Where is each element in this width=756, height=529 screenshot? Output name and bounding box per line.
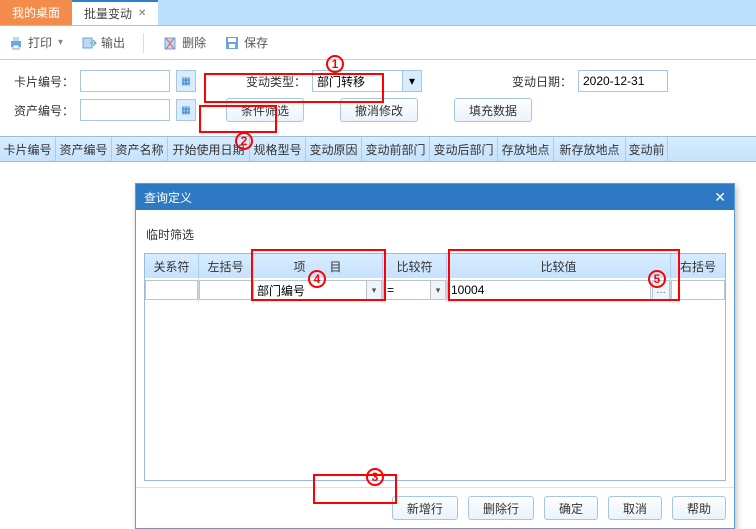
button-label: 确定: [559, 500, 583, 517]
cancel-button[interactable]: 取消: [608, 496, 662, 520]
condition-grid: 关系符 左括号 项 目 比较符 比较值 右括号 ▾ ▾ …: [144, 253, 726, 481]
card-no-input[interactable]: [80, 70, 170, 92]
grid-col[interactable]: 资产编号: [56, 137, 112, 161]
ellipsis-icon[interactable]: …: [652, 280, 670, 300]
asset-no-input[interactable]: [80, 99, 170, 121]
tab-my-desktop[interactable]: 我的桌面: [0, 0, 72, 25]
toolbar: 打印 ▾ 输出 删除 保存: [0, 26, 756, 60]
grid-col[interactable]: 变动原因: [306, 137, 362, 161]
grid-col[interactable]: 新存放地点: [554, 137, 626, 161]
printer-icon: [8, 35, 24, 51]
toolbar-label: 保存: [244, 34, 268, 51]
toolbar-label: 输出: [101, 34, 125, 51]
grid-col[interactable]: 变动后部门: [430, 137, 498, 161]
chevron-down-icon[interactable]: ▾: [402, 70, 422, 92]
button-label: 条件筛选: [241, 102, 289, 119]
tab-label: 我的桌面: [12, 4, 60, 21]
value-input[interactable]: [447, 280, 651, 300]
chevron-down-icon[interactable]: ▾: [366, 280, 382, 300]
col-item[interactable]: 项 目: [253, 254, 383, 278]
change-date-value[interactable]: [578, 70, 668, 92]
rparen-input[interactable]: [671, 280, 725, 300]
compare-input[interactable]: [383, 280, 430, 300]
cell-relation[interactable]: [145, 278, 199, 302]
relation-input[interactable]: [145, 280, 198, 300]
col-rparen[interactable]: 右括号: [671, 254, 725, 278]
card-no-picker[interactable]: ▦: [176, 70, 196, 92]
delrow-button[interactable]: 删除行: [468, 496, 534, 520]
ok-button[interactable]: 确定: [544, 496, 598, 520]
dialog-title: 查询定义: [144, 189, 192, 206]
newrow-button[interactable]: 新增行: [392, 496, 458, 520]
col-relation[interactable]: 关系符: [145, 254, 199, 278]
grid-header: 卡片编号 资产编号 资产名称 开始使用日期 规格型号 变动原因 变动前部门 变动…: [0, 136, 756, 162]
export-button[interactable]: 输出: [81, 34, 125, 51]
close-icon[interactable]: ✕: [138, 8, 146, 19]
col-lparen[interactable]: 左括号: [199, 254, 253, 278]
cell-compare[interactable]: ▾: [383, 278, 447, 302]
condition-grid-header: 关系符 左括号 项 目 比较符 比较值 右括号: [145, 254, 725, 278]
undo-button[interactable]: 撤消修改: [340, 98, 418, 122]
dialog-titlebar[interactable]: 查询定义 ✕: [136, 184, 734, 210]
grid-col[interactable]: 规格型号: [250, 137, 306, 161]
button-label: 取消: [623, 500, 647, 517]
button-label: 填充数据: [469, 102, 517, 119]
cell-value[interactable]: …: [447, 278, 671, 302]
grid-col[interactable]: 资产名称: [112, 137, 168, 161]
asset-no-picker[interactable]: ▦: [176, 99, 196, 121]
lparen-input[interactable]: [199, 280, 252, 300]
grid-col[interactable]: 变动前部门: [362, 137, 430, 161]
grid-col[interactable]: 变动前: [626, 137, 668, 161]
change-type-combo[interactable]: ▾: [312, 70, 422, 92]
print-button[interactable]: 打印 ▾: [8, 34, 63, 51]
cell-rparen[interactable]: [671, 278, 725, 302]
close-icon[interactable]: ✕: [714, 189, 726, 206]
chevron-down-icon[interactable]: ▾: [430, 280, 446, 300]
col-compare[interactable]: 比较符: [383, 254, 447, 278]
button-label: 删除行: [483, 500, 519, 517]
toolbar-label: 删除: [182, 34, 206, 51]
grid-body: [0, 162, 756, 178]
picker-icon: ▦: [181, 76, 190, 87]
tab-label: 批量变动: [84, 5, 132, 22]
change-type-value[interactable]: [312, 70, 402, 92]
asset-no-label: 资产编号：: [14, 102, 74, 119]
condition-row: ▾ ▾ …: [145, 278, 725, 302]
cell-item[interactable]: ▾: [253, 278, 383, 302]
change-date-label: 变动日期：: [482, 73, 572, 90]
tab-batch-change[interactable]: 批量变动 ✕: [72, 0, 158, 25]
save-icon: [224, 35, 240, 51]
export-icon: [81, 35, 97, 51]
help-button[interactable]: 帮助: [672, 496, 726, 520]
dialog-footer: 新增行 删除行 确定 取消 帮助: [136, 487, 734, 528]
query-dialog: 查询定义 ✕ 临时筛选 关系符 左括号 项 目 比较符 比较值 右括号 ▾ ▾: [135, 183, 735, 529]
delete-button[interactable]: 删除: [162, 34, 206, 51]
picker-icon: ▦: [181, 105, 190, 116]
dialog-subtitle: 临时筛选: [144, 220, 726, 253]
button-label: 帮助: [687, 500, 711, 517]
cell-lparen[interactable]: [199, 278, 253, 302]
change-type-label: 变动类型：: [226, 73, 306, 90]
chevron-down-icon: ▾: [58, 37, 63, 48]
grid-empty-space: [145, 302, 725, 480]
col-value[interactable]: 比较值: [447, 254, 671, 278]
filter-button[interactable]: 条件筛选: [226, 98, 304, 122]
grid-col[interactable]: 开始使用日期: [168, 137, 250, 161]
grid-col[interactable]: 存放地点: [498, 137, 554, 161]
card-no-label: 卡片编号：: [14, 73, 74, 90]
delete-icon: [162, 35, 178, 51]
dialog-body: 临时筛选 关系符 左括号 项 目 比较符 比较值 右括号 ▾ ▾: [136, 210, 734, 487]
grid-col[interactable]: 卡片编号: [0, 137, 56, 161]
toolbar-label: 打印: [28, 34, 52, 51]
separator: [143, 33, 144, 53]
tab-bar: 我的桌面 批量变动 ✕: [0, 0, 756, 26]
filter-zone: 卡片编号： ▦ 变动类型： ▾ 变动日期： 资产编号： ▦ 条件筛选 撤消修改 …: [0, 60, 756, 132]
item-input[interactable]: [253, 280, 366, 300]
button-label: 撤消修改: [355, 102, 403, 119]
button-label: 新增行: [407, 500, 443, 517]
save-button[interactable]: 保存: [224, 34, 268, 51]
fill-data-button[interactable]: 填充数据: [454, 98, 532, 122]
